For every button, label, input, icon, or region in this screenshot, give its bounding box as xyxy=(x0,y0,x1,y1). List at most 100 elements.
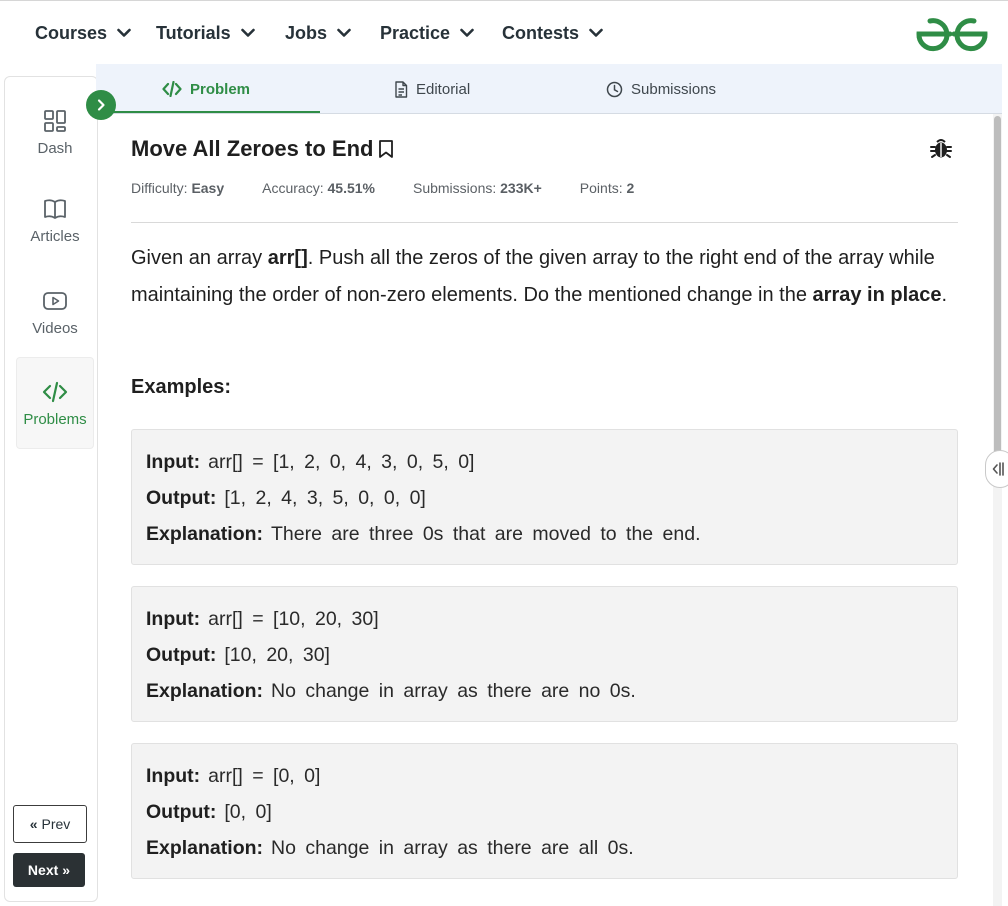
accuracy-value: 45.51% xyxy=(327,180,375,196)
examples-heading: Examples: xyxy=(131,376,232,398)
chevron-down-icon xyxy=(337,28,351,37)
example-output: [0, 0] xyxy=(224,801,272,823)
example-box: Input: arr[] = [10, 20, 30] Output: [10, 2… xyxy=(131,586,958,722)
tab-problem-label: Problem xyxy=(190,80,251,98)
problem-title: Move All Zeroes to End xyxy=(131,136,374,161)
problem-description: Given an array arr[]. Push all the zeros… xyxy=(131,240,958,314)
dashboard-icon xyxy=(44,109,66,132)
example-input: arr[] = [10, 20, 30] xyxy=(208,608,379,630)
book-icon xyxy=(44,198,66,219)
chevron-down-icon xyxy=(117,28,131,37)
description-bold: arr[] xyxy=(267,247,308,269)
double-chevron-left-icon: « xyxy=(29,816,38,832)
nav-courses[interactable]: Courses xyxy=(35,19,131,47)
accuracy-stat: Accuracy: 45.51% xyxy=(262,180,375,202)
prev-button[interactable]: « Prev xyxy=(13,805,87,843)
nav-jobs[interactable]: Jobs xyxy=(285,19,351,47)
nav-tutorials[interactable]: Tutorials xyxy=(156,19,255,47)
sidebar-toggle-button[interactable] xyxy=(86,90,116,120)
tab-submissions[interactable]: Submissions xyxy=(606,64,716,114)
example-output: [1, 2, 4, 3, 5, 0, 0, 0] xyxy=(224,487,426,509)
top-navigation: Courses Tutorials Jobs Practice Contests xyxy=(0,0,1008,64)
next-button[interactable]: Next » xyxy=(13,853,85,887)
left-sidebar: Dash Articles Videos Problems « Prev Nex… xyxy=(4,76,98,902)
difficulty-value: Easy xyxy=(191,180,225,196)
example-input: arr[] = [0, 0] xyxy=(208,765,321,787)
example-output-line: Output: [0, 0] xyxy=(146,794,943,830)
document-icon xyxy=(395,80,408,98)
sidebar-item-dash[interactable]: Dash xyxy=(16,89,94,175)
submissions-value: 233K+ xyxy=(500,180,542,196)
problem-tabs: Problem Editorial Submissions xyxy=(96,64,1002,114)
scrollbar-thumb[interactable] xyxy=(994,116,1001,486)
description-text: . xyxy=(941,284,948,306)
nav-jobs-label: Jobs xyxy=(285,22,328,43)
nav-courses-label: Courses xyxy=(35,22,108,43)
points-value: 2 xyxy=(626,180,635,196)
next-button-label: Next xyxy=(27,862,59,878)
tab-editorial[interactable]: Editorial xyxy=(394,64,470,114)
input-label: Input: xyxy=(146,451,201,473)
submissions-label: Submissions: xyxy=(412,180,497,196)
sidebar-item-articles-label: Articles xyxy=(30,227,80,245)
sidebar-item-videos-label: Videos xyxy=(32,319,78,337)
nav-practice[interactable]: Practice xyxy=(380,19,474,47)
example-explanation-line: Explanation: There are three 0s that are … xyxy=(146,516,943,552)
example-explanation-line: Explanation: No change in array as there … xyxy=(146,673,943,709)
sidebar-item-problems[interactable]: Problems xyxy=(16,357,94,449)
code-icon xyxy=(42,381,68,402)
points-label: Points: xyxy=(579,180,623,196)
example-input-line: Input: arr[] = [1, 2, 0, 4, 3, 0, 5, 0] xyxy=(146,444,943,480)
video-icon xyxy=(43,291,67,310)
problem-meta: Difficulty: Easy Accuracy: 45.51% Submis… xyxy=(131,180,672,202)
example-input: arr[] = [1, 2, 0, 4, 3, 0, 5, 0] xyxy=(208,451,475,473)
example-explanation: No change in array as there are no 0s. xyxy=(271,680,636,702)
nav-contests-label: Contests xyxy=(502,22,580,43)
output-label: Output: xyxy=(146,487,217,509)
gfg-logo[interactable] xyxy=(914,13,990,53)
difficulty-stat: Difficulty: Easy xyxy=(131,180,224,202)
example-box: Input: arr[] = [1, 2, 0, 4, 3, 0, 5, 0] O… xyxy=(131,429,958,565)
example-box: Input: arr[] = [0, 0] Output: [0, 0] Expla… xyxy=(131,743,958,879)
prev-button-label: Prev xyxy=(41,816,71,832)
chevron-right-icon xyxy=(97,99,105,111)
nav-tutorials-label: Tutorials xyxy=(156,22,231,43)
nav-practice-label: Practice xyxy=(380,22,451,43)
chevron-down-icon xyxy=(240,28,255,37)
panel-resize-handle[interactable] xyxy=(985,450,1008,488)
example-explanation: There are three 0s that are moved to the… xyxy=(271,523,701,545)
nav-contests[interactable]: Contests xyxy=(502,19,603,47)
points-stat: Points: 2 xyxy=(580,180,635,202)
sidebar-item-articles[interactable]: Articles xyxy=(16,177,94,263)
description-text: Given an array xyxy=(131,247,268,269)
example-output: [10, 20, 30] xyxy=(224,644,330,666)
resize-arrows-icon xyxy=(992,462,1004,476)
explanation-label: Explanation: xyxy=(146,523,264,545)
active-tab-indicator xyxy=(96,111,320,113)
sidebar-item-videos[interactable]: Videos xyxy=(16,269,94,355)
difficulty-label: Difficulty: xyxy=(131,180,188,196)
explanation-label: Explanation: xyxy=(146,680,264,702)
submissions-stat: Submissions: 233K+ xyxy=(413,180,542,202)
divider xyxy=(131,222,958,223)
example-input-line: Input: arr[] = [0, 0] xyxy=(146,758,943,794)
input-label: Input: xyxy=(146,608,201,630)
accuracy-label: Accuracy: xyxy=(262,180,324,196)
title-row: Move All Zeroes to End xyxy=(131,134,958,164)
tab-submissions-label: Submissions xyxy=(631,80,717,98)
example-explanation-line: Explanation: No change in array as there … xyxy=(146,830,943,866)
sidebar-item-problems-label: Problems xyxy=(23,410,87,428)
bug-report-icon[interactable] xyxy=(930,136,952,160)
output-label: Output: xyxy=(146,801,217,823)
description-bold: array in place xyxy=(812,284,942,306)
code-icon xyxy=(162,81,182,97)
input-label: Input: xyxy=(146,765,201,787)
clock-icon xyxy=(606,81,623,97)
chevron-down-icon xyxy=(460,28,474,37)
example-output-line: Output: [1, 2, 4, 3, 5, 0, 0, 0] xyxy=(146,480,943,516)
example-input-line: Input: arr[] = [10, 20, 30] xyxy=(146,601,943,637)
tab-problem[interactable]: Problem xyxy=(162,64,250,114)
output-label: Output: xyxy=(146,644,217,666)
double-chevron-right-icon: » xyxy=(62,862,71,878)
bookmark-icon[interactable] xyxy=(377,139,395,159)
